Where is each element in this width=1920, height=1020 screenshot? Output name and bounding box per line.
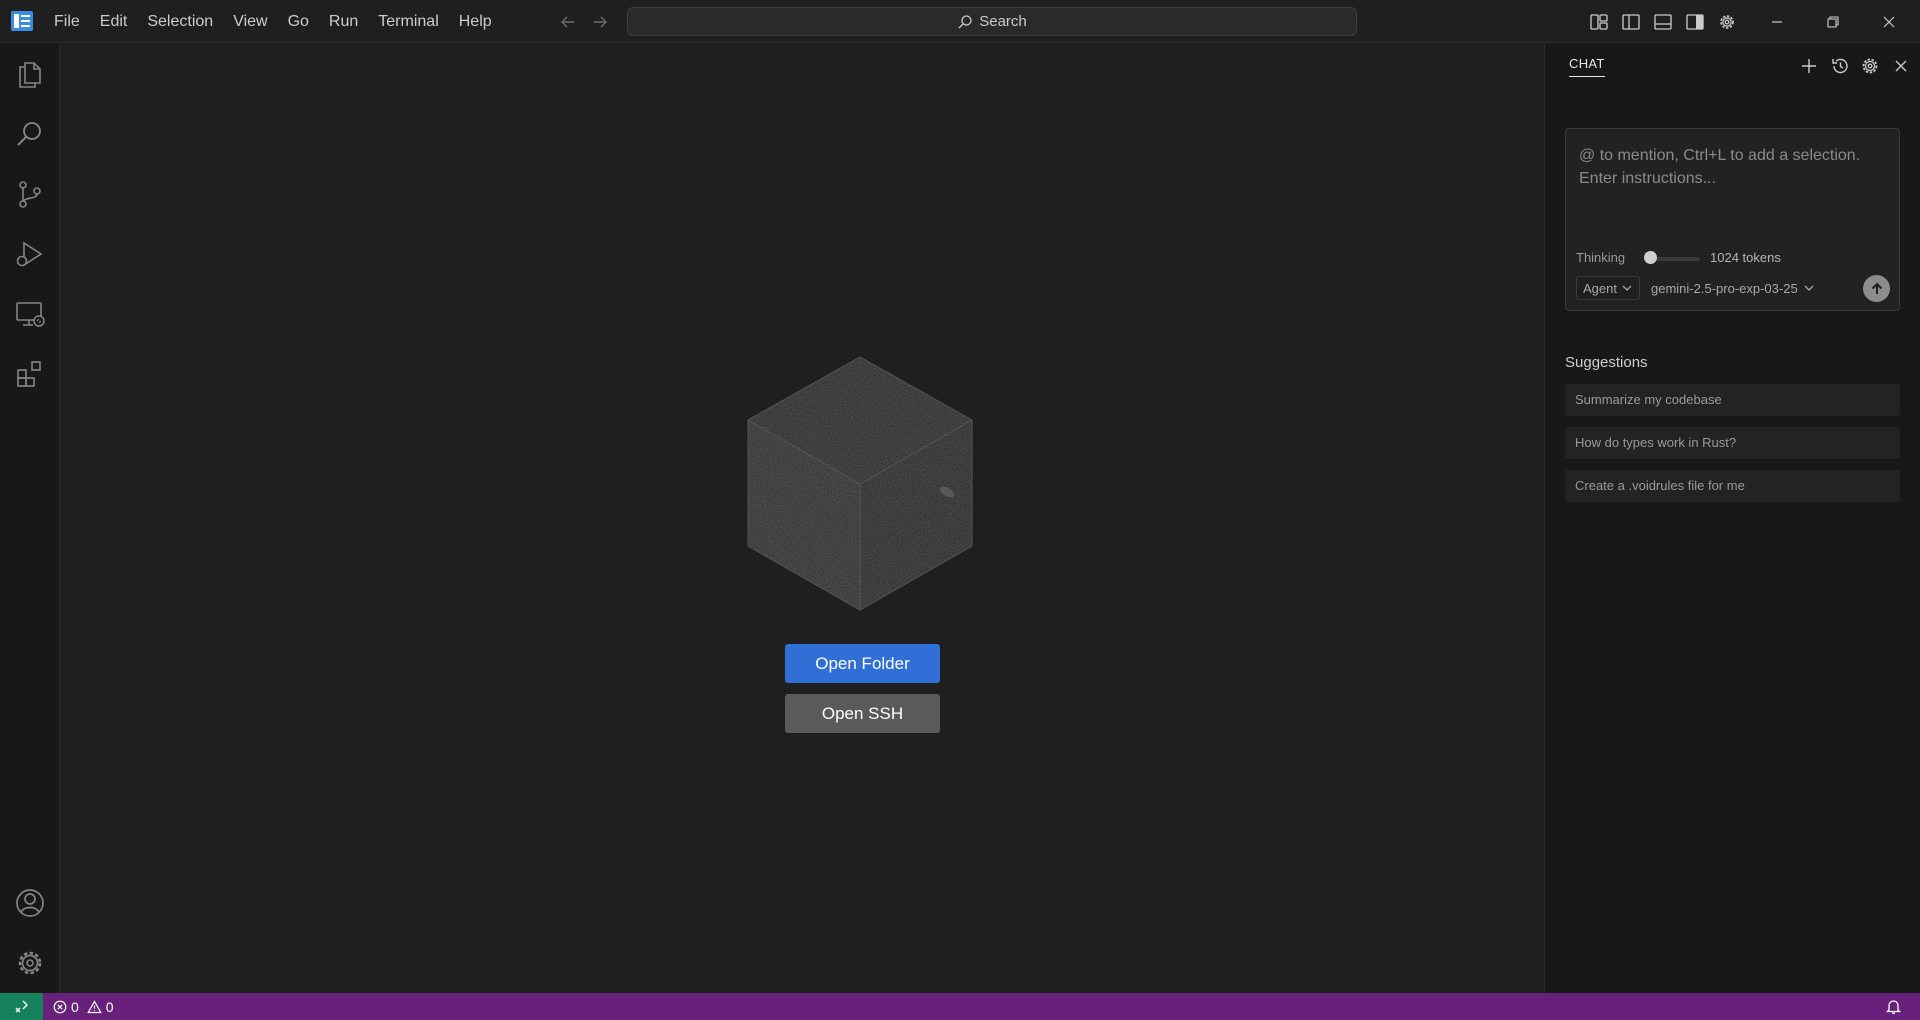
new-chat-plus-icon[interactable]: [1798, 55, 1820, 77]
editor-area: Open Folder Open SSH: [60, 43, 1544, 993]
arrow-up-icon: [1871, 282, 1882, 294]
warning-icon: [86, 999, 102, 1013]
menu-terminal[interactable]: Terminal: [368, 0, 448, 43]
send-button[interactable]: [1863, 275, 1890, 302]
suggestion-item[interactable]: Summarize my codebase: [1565, 384, 1900, 416]
settings-gear-icon[interactable]: [1716, 11, 1738, 33]
remote-explorer-icon[interactable]: [13, 297, 47, 331]
tokens-label: 1024 tokens: [1710, 250, 1781, 265]
chat-settings-gear-icon[interactable]: [1859, 55, 1881, 77]
suggestion-item[interactable]: Create a .voidrules file for me: [1565, 470, 1900, 502]
problems-indicator[interactable]: 0 0: [53, 993, 114, 1020]
menu-go[interactable]: Go: [278, 0, 319, 43]
menu-run[interactable]: Run: [319, 0, 368, 43]
manage-gear-icon[interactable]: [13, 946, 47, 980]
back-arrow-icon[interactable]: [558, 12, 578, 32]
suggestion-item[interactable]: How do types work in Rust?: [1565, 427, 1900, 459]
menu-file[interactable]: File: [44, 0, 90, 43]
void-cube-logo: [747, 356, 973, 611]
chevron-down-icon: [1622, 285, 1632, 291]
forward-arrow-icon[interactable]: [590, 12, 610, 32]
customize-layout-icon[interactable]: [1588, 11, 1610, 33]
source-control-icon[interactable]: [13, 177, 47, 211]
thinking-label: Thinking: [1576, 250, 1626, 265]
open-ssh-button[interactable]: Open SSH: [785, 694, 940, 733]
toggle-secondary-sidebar-icon[interactable]: [1684, 11, 1706, 33]
tab-chat[interactable]: CHAT: [1569, 56, 1605, 77]
remote-indicator[interactable]: [0, 993, 43, 1020]
notifications-bell-icon[interactable]: [1884, 997, 1903, 1016]
minimize-icon[interactable]: [1764, 9, 1790, 35]
menu-selection[interactable]: Selection: [137, 0, 223, 43]
remote-icon: [15, 1000, 28, 1012]
chat-input-placeholder[interactable]: @ to mention, Ctrl+L to add a selection.…: [1579, 144, 1884, 190]
model-label: gemini-2.5-pro-exp-03-25: [1651, 280, 1798, 296]
restore-icon[interactable]: [1820, 9, 1846, 35]
chat-panel: CHAT @ to mention, Ctrl+L to add a selec…: [1544, 43, 1920, 993]
menu-help[interactable]: Help: [449, 0, 502, 43]
suggestions-heading: Suggestions: [1565, 354, 1648, 371]
activity-bar: [0, 43, 60, 993]
chat-input-box[interactable]: @ to mention, Ctrl+L to add a selection.…: [1565, 128, 1900, 311]
warning-count: 0: [105, 998, 114, 1015]
open-folder-button[interactable]: Open Folder: [785, 644, 940, 683]
error-count: 0: [71, 998, 79, 1015]
status-bar: 0 0: [0, 993, 1920, 1020]
menu-edit[interactable]: Edit: [90, 0, 138, 43]
search-label: Search: [979, 13, 1027, 30]
search-view-icon[interactable]: [13, 117, 47, 151]
app-logo-icon: [11, 11, 33, 31]
extensions-icon[interactable]: [13, 357, 47, 391]
title-bar: File Edit Selection View Go Run Terminal…: [0, 0, 1920, 43]
command-center-search[interactable]: Search: [627, 7, 1357, 36]
model-dropdown[interactable]: gemini-2.5-pro-exp-03-25: [1651, 276, 1815, 300]
menu-view[interactable]: View: [223, 0, 277, 43]
mode-label: Agent: [1583, 280, 1617, 296]
accounts-icon[interactable]: [13, 886, 47, 920]
chevron-down-icon: [1804, 285, 1814, 291]
menu-bar: File Edit Selection View Go Run Terminal…: [44, 0, 502, 43]
error-icon: [53, 1000, 67, 1013]
thinking-slider-thumb[interactable]: [1644, 251, 1657, 264]
close-chat-icon[interactable]: [1890, 55, 1912, 77]
chat-history-icon[interactable]: [1829, 55, 1851, 77]
close-window-icon[interactable]: [1876, 9, 1902, 35]
explorer-icon[interactable]: [13, 57, 47, 91]
search-icon: [958, 14, 972, 28]
toggle-primary-sidebar-icon[interactable]: [1620, 11, 1642, 33]
mode-dropdown[interactable]: Agent: [1576, 276, 1640, 300]
toggle-panel-icon[interactable]: [1652, 11, 1674, 33]
run-debug-icon[interactable]: [13, 237, 47, 271]
